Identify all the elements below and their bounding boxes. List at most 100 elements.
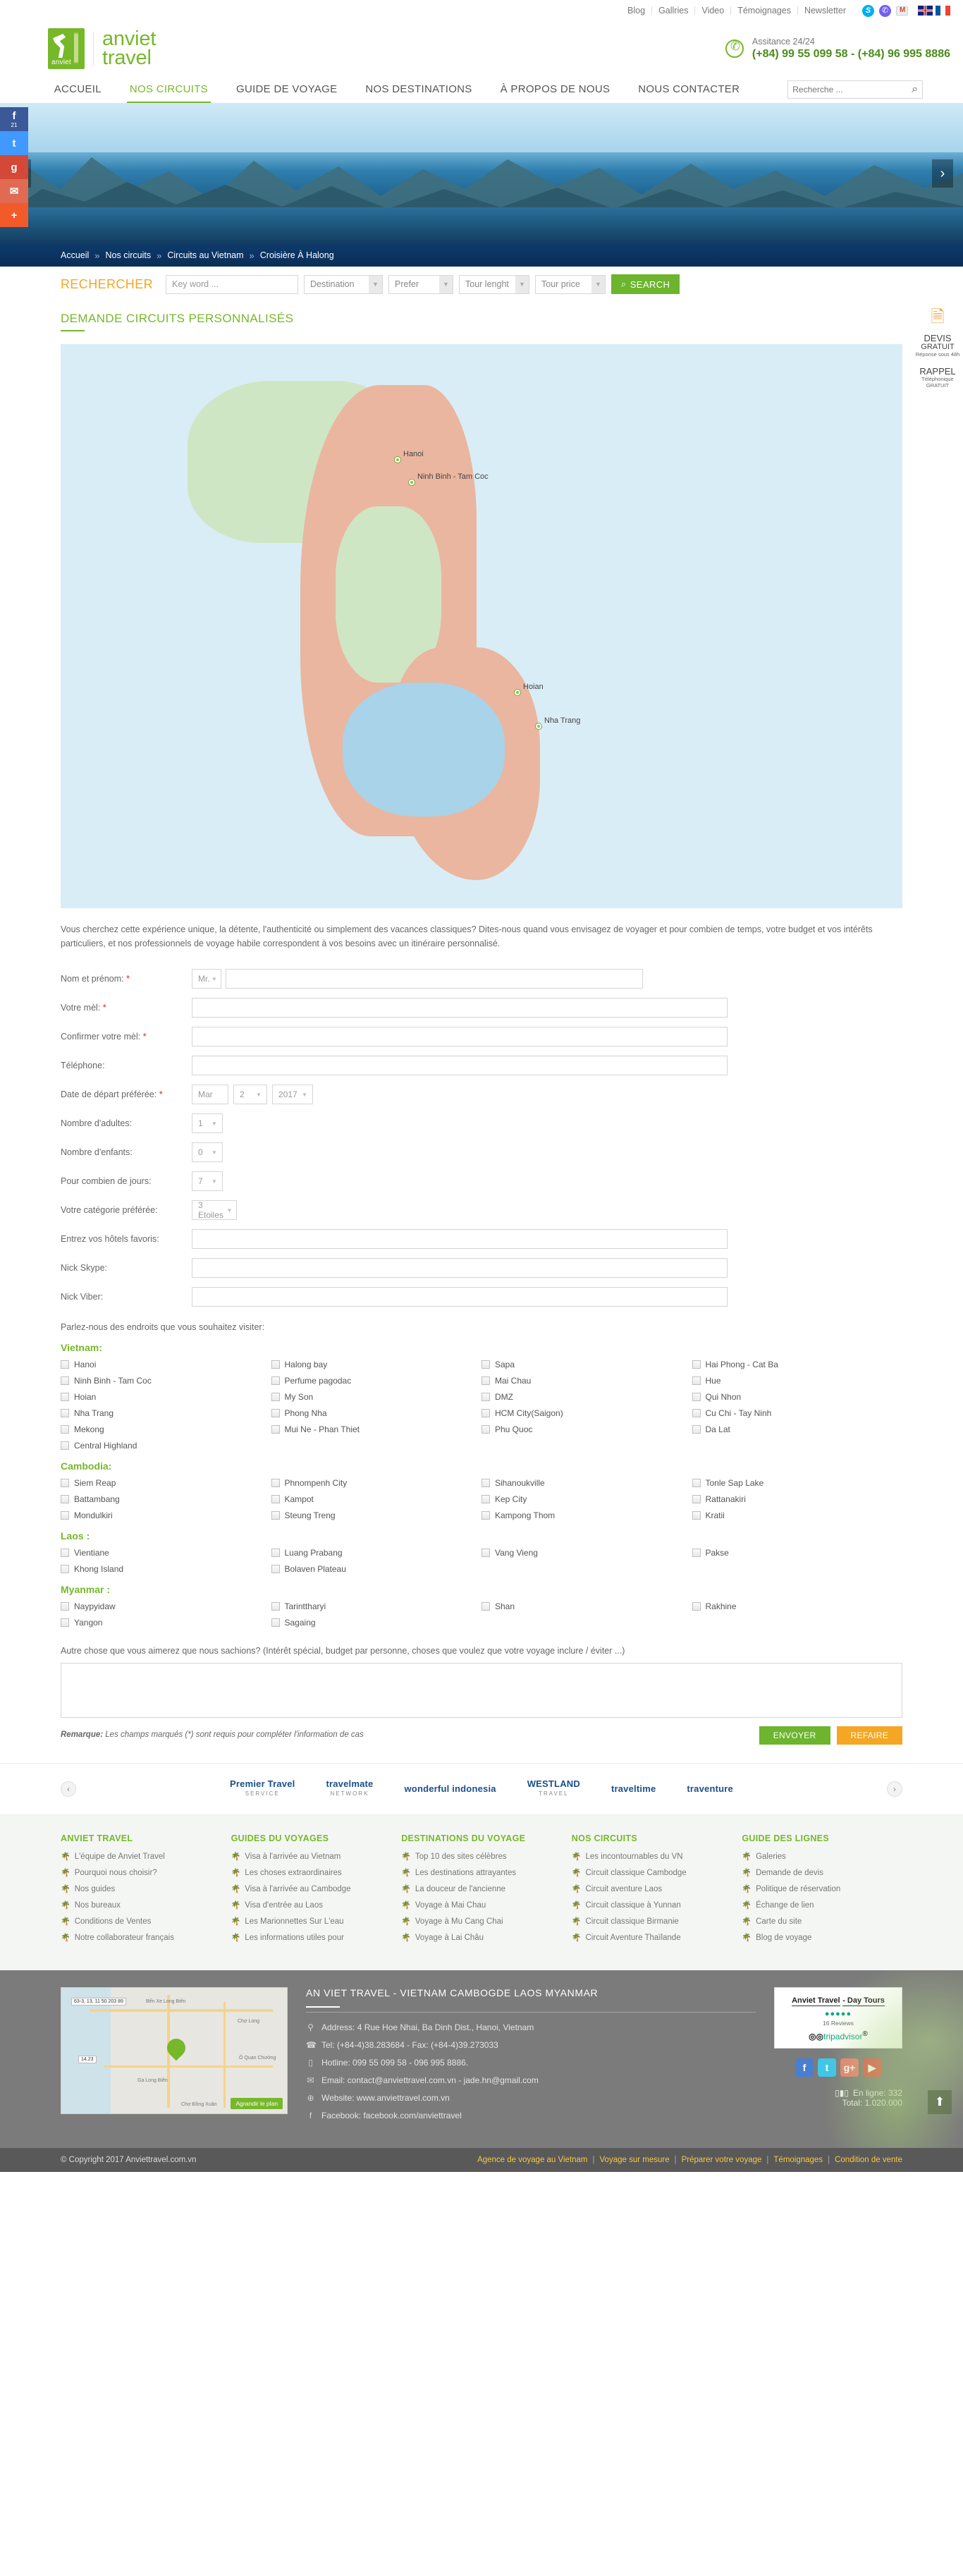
destination-checkbox-kep-city[interactable]: Kep City [482,1494,692,1504]
checkbox-icon[interactable] [271,1618,280,1627]
checkbox-icon[interactable] [271,1479,280,1487]
copyright-link-3[interactable]: Témoignages [773,2156,823,2164]
footer-link-les-incontournables-du-vn[interactable]: 🌴 Les incontournables du VN [572,1852,732,1862]
destination-checkbox-sihanoukville[interactable]: Sihanoukville [482,1478,692,1488]
footer-link-nos-guides[interactable]: 🌴 Nos guides [61,1884,221,1894]
hotels-input[interactable] [192,1229,728,1249]
tour-price-select[interactable]: Tour price ▼ [535,274,606,294]
nav-item-nous-contacter[interactable]: NOUS CONTACTER [624,77,754,102]
viber-input[interactable] [192,1287,728,1307]
destination-checkbox-bolaven-plateau[interactable]: Bolaven Plateau [271,1564,482,1574]
footer-link-voyage-mu-cang-chai[interactable]: 🌴 Voyage à Mu Cang Chai [401,1917,562,1927]
checkbox-icon[interactable] [271,1376,280,1385]
topbar-link-blog[interactable]: Blog [621,6,653,15]
destination-select[interactable]: Destination ▼ [304,274,384,294]
checkbox-icon[interactable] [61,1425,69,1434]
footer-link-visa-d-entr-e-au-laos[interactable]: 🌴 Visa d'entrée au Laos [231,1900,392,1910]
checkbox-icon[interactable] [61,1441,69,1450]
destination-checkbox-vientiane[interactable]: Vientiane [61,1548,271,1558]
footer-link-conditions-de-ventes[interactable]: 🌴 Conditions de Ventes [61,1917,221,1927]
checkbox-icon[interactable] [482,1360,490,1369]
checkbox-icon[interactable] [61,1602,69,1611]
partner-logo-4[interactable]: traveltime [611,1784,656,1794]
destination-checkbox-rakhine[interactable]: Rakhine [692,1601,903,1611]
destination-checkbox-tarinttharyi[interactable]: Tarinttharyi [271,1601,482,1611]
children-select[interactable]: 0 ▼ [192,1142,223,1162]
destination-checkbox-central-highland[interactable]: Central Highland [61,1441,271,1451]
destination-checkbox-my-son[interactable]: My Son [271,1392,482,1402]
footer-link--change-de-lien[interactable]: 🌴 Échange de lien [742,1900,902,1910]
google-plus-icon[interactable]: g+ [840,2058,859,2077]
search-input[interactable] [792,85,912,94]
checkbox-icon[interactable] [692,1602,701,1611]
destination-checkbox-tonle-sap-lake[interactable]: Tonle Sap Lake [692,1478,903,1488]
destination-checkbox-kampot[interactable]: Kampot [271,1494,482,1504]
destination-checkbox-hoian[interactable]: Hoian [61,1392,271,1402]
destination-checkbox-rattanakiri[interactable]: Rattanakiri [692,1494,903,1504]
copyright-link-2[interactable]: Préparer votre voyage [682,2156,762,2164]
back-to-top-button[interactable]: ⬆ [928,2090,952,2114]
checkbox-icon[interactable] [692,1425,701,1434]
destination-checkbox-dmz[interactable]: DMZ [482,1392,692,1402]
checkbox-icon[interactable] [482,1511,490,1520]
destination-checkbox-battambang[interactable]: Battambang [61,1494,271,1504]
badge-devis-gratuit[interactable]: 🗎 DEVIS GRATUIT Réponse sous 48h [912,305,963,358]
footer-link-circuit-classique-birmanie[interactable]: 🌴 Circuit classique Birmanie [572,1917,732,1927]
gmail-icon[interactable] [896,6,908,16]
month-select[interactable]: Mar [192,1085,228,1104]
share-icon[interactable]: + [0,203,28,227]
checkbox-icon[interactable] [61,1409,69,1417]
checkbox-icon[interactable] [692,1495,701,1503]
checkbox-icon[interactable] [692,1376,701,1385]
destination-checkbox-shan[interactable]: Shan [482,1601,692,1611]
destination-checkbox-vang-vieng[interactable]: Vang Vieng [482,1548,692,1558]
checkbox-icon[interactable] [482,1376,490,1385]
checkbox-icon[interactable] [482,1393,490,1401]
twitter-icon[interactable]: t [0,131,28,155]
enlarge-map-button[interactable]: Agrandir le plan [231,2098,283,2109]
topbar-link-newsletter[interactable]: Newsletter [798,6,852,16]
footer-link-circuit-classique-yunnan[interactable]: 🌴 Circuit classique à Yunnan [572,1900,732,1910]
checkbox-icon[interactable] [271,1549,280,1557]
skype-icon[interactable]: S [862,4,874,17]
badge-rappel[interactable]: RAPPEL Téléphonique GRATUIT [912,367,963,389]
footer-link-circuit-aventure-laos[interactable]: 🌴 Circuit aventure Laos [572,1884,732,1894]
footer-link-pourquoi-nous-choisir-[interactable]: 🌴 Pourquoi nous choisir? [61,1868,221,1878]
footer-link-les-marionnettes-sur-l-eau[interactable]: 🌴 Les Marionnettes Sur L'eau [231,1917,392,1927]
copyright-link-1[interactable]: Voyage sur mesure [600,2156,670,2164]
keyword-input[interactable]: Key word ... [166,274,299,294]
email-input[interactable] [192,998,728,1018]
viber-icon[interactable]: ✆ [879,4,891,17]
footer-link-notre-collaborateur-fran-ais[interactable]: 🌴 Notre collaborateur français [61,1933,221,1943]
checkbox-icon[interactable] [271,1425,280,1434]
footer-link-l-quipe-de-anviet-travel[interactable]: 🌴 L'équipe de Anviet Travel [61,1852,221,1862]
checkbox-icon[interactable] [482,1495,490,1503]
tour-length-select[interactable]: Tour lenght ▼ [459,274,530,294]
topbar-link-video[interactable]: Video [695,6,732,15]
destination-checkbox-phong-nha[interactable]: Phong Nha [271,1408,482,1418]
skype-input[interactable] [192,1258,728,1278]
partner-logo-5[interactable]: traventure [687,1784,733,1794]
checkbox-icon[interactable] [61,1495,69,1503]
checkbox-icon[interactable] [482,1479,490,1487]
checkbox-icon[interactable] [61,1360,69,1369]
checkbox-icon[interactable] [271,1495,280,1503]
checkbox-icon[interactable] [61,1479,69,1487]
nav-item-nos-destinations[interactable]: NOS DESTINATIONS [351,77,486,102]
logo[interactable]: anviet anviet travel [48,28,156,69]
checkbox-icon[interactable] [61,1565,69,1573]
destination-checkbox-naypyidaw[interactable]: Naypyidaw [61,1601,271,1611]
nav-item-à-propos-de-nous[interactable]: À PROPOS DE NOUS [486,77,625,102]
topbar-link-gallries[interactable]: Gallries [652,6,696,15]
facebook-icon[interactable]: f [795,2058,814,2077]
footer-link-circuit-classique-cambodge[interactable]: 🌴 Circuit classique Cambodge [572,1868,732,1878]
support-phone[interactable]: (+84) 99 55 099 58 - (+84) 96 995 8886 [752,48,950,61]
destination-checkbox-phu-quoc[interactable]: Phu Quoc [482,1424,692,1434]
day-select[interactable]: 2 ▼ [233,1085,267,1104]
destination-checkbox-khong-island[interactable]: Khong Island [61,1564,271,1574]
copyright-link-0[interactable]: Agence de voyage au Vietnam [477,2156,587,2164]
footer-link-la-douceur-de-l-ancienne[interactable]: 🌴 La douceur de l'ancienne [401,1884,562,1894]
footer-link-demande-de-devis[interactable]: 🌴 Demande de devis [742,1868,902,1878]
checkbox-icon[interactable] [271,1409,280,1417]
breadcrumb-item-2[interactable]: Circuits au Vietnam [167,250,243,260]
